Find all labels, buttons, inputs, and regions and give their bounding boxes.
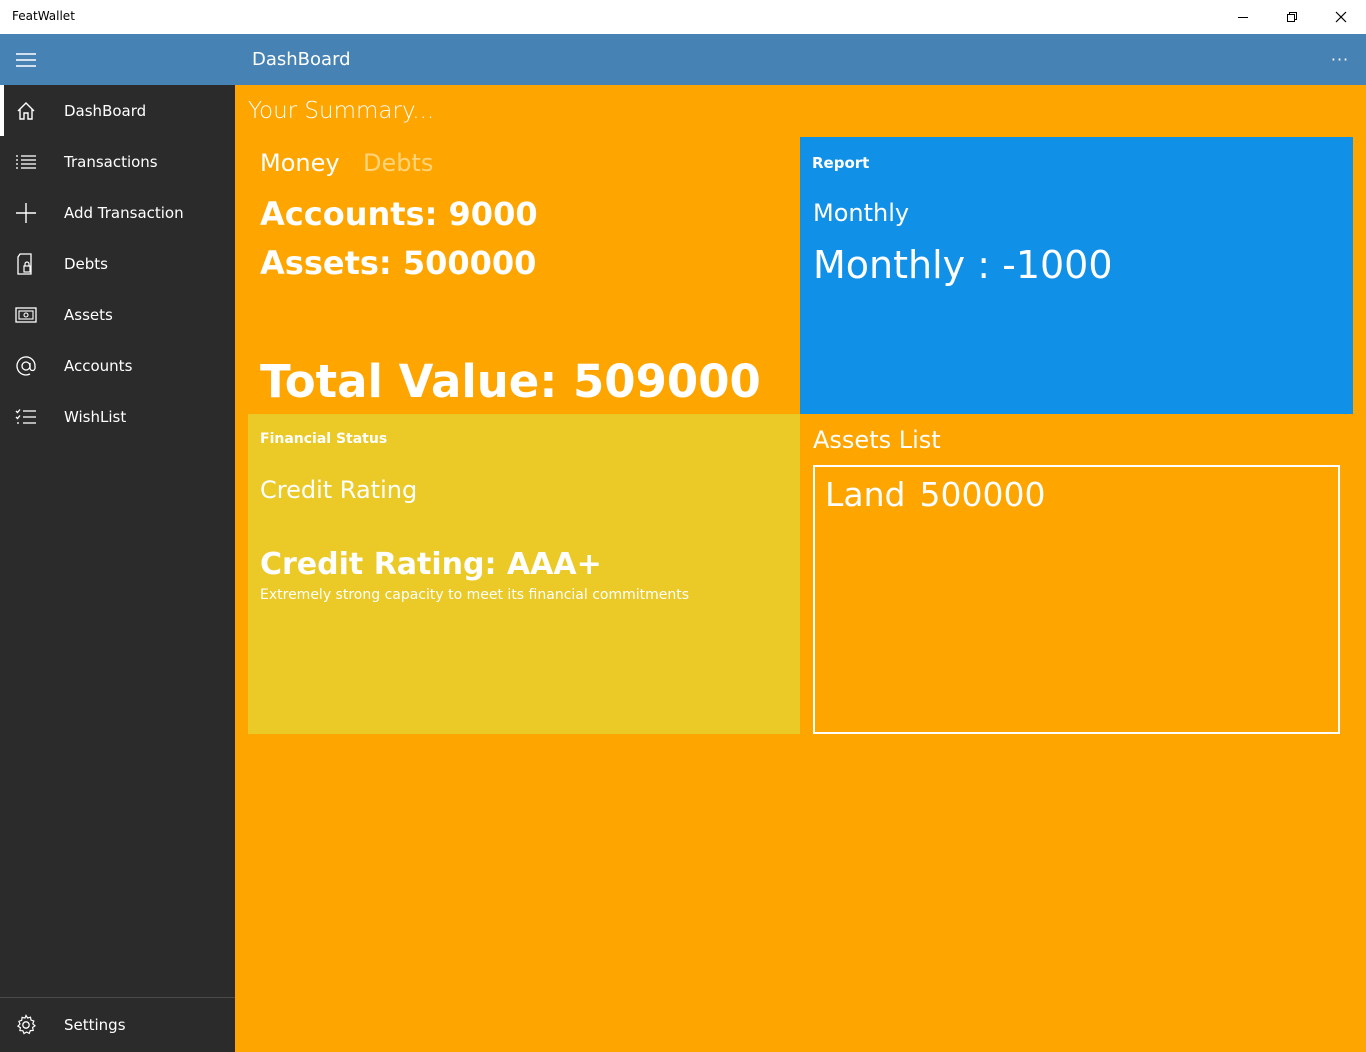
- financial-status-header: Financial Status: [260, 431, 388, 447]
- title-bar: FeatWallet: [0, 0, 1366, 34]
- sidebar-divider: [0, 997, 235, 998]
- page-title: DashBoard: [252, 49, 351, 70]
- money-panel: Money Debts Accounts: 9000 Assets: 50000…: [248, 137, 800, 414]
- sidebar-item-wishlist[interactable]: WishList: [0, 391, 235, 442]
- accounts-total: Accounts: 9000: [260, 195, 538, 233]
- sidebar-item-debts[interactable]: Debts: [0, 238, 235, 289]
- app-header: DashBoard ···: [0, 34, 1366, 85]
- gear-icon: [0, 999, 52, 1050]
- minimize-button[interactable]: [1219, 0, 1267, 34]
- sidebar-item-label: Transactions: [64, 152, 158, 171]
- sidebar-item-accounts[interactable]: Accounts: [0, 340, 235, 391]
- report-period: Monthly: [813, 199, 910, 227]
- list-item[interactable]: Land 500000: [825, 475, 1045, 514]
- financial-status-tile[interactable]: Financial Status Credit Rating Credit Ra…: [248, 414, 800, 734]
- restore-button[interactable]: [1268, 0, 1316, 34]
- sidebar: DashBoard Transactions Add Transaction D…: [0, 85, 235, 1052]
- tab-debts[interactable]: Debts: [363, 149, 433, 177]
- sidebar-item-label: DashBoard: [64, 101, 147, 120]
- assets-icon: [0, 289, 52, 340]
- checklist-icon: [0, 391, 52, 442]
- summary-title: Your Summary...: [248, 98, 435, 124]
- close-button[interactable]: [1317, 0, 1365, 34]
- sidebar-item-label: Accounts: [64, 356, 133, 375]
- total-value: Total Value: 509000: [260, 355, 761, 408]
- credit-rating-description: Extremely strong capacity to meet its fi…: [260, 587, 690, 603]
- report-tile[interactable]: Report Monthly Monthly : -1000: [800, 137, 1353, 414]
- sidebar-item-settings[interactable]: Settings: [0, 999, 235, 1050]
- report-header: Report: [812, 154, 870, 172]
- sidebar-item-label: Add Transaction: [64, 203, 184, 222]
- hamburger-icon: [16, 52, 36, 67]
- report-value: Monthly : -1000: [813, 243, 1113, 287]
- plus-icon: [0, 187, 52, 238]
- debts-icon: [0, 238, 52, 289]
- credit-rating-value: Credit Rating: AAA+: [260, 547, 602, 582]
- app-title: FeatWallet: [12, 9, 75, 23]
- list-icon: [0, 136, 52, 187]
- tab-money[interactable]: Money: [260, 149, 340, 177]
- sidebar-item-label: WishList: [64, 407, 127, 426]
- sidebar-item-transactions[interactable]: Transactions: [0, 136, 235, 187]
- home-icon: [0, 85, 52, 136]
- close-icon: [1335, 11, 1347, 23]
- sidebar-item-label: Settings: [64, 1015, 126, 1034]
- hamburger-button[interactable]: [0, 34, 52, 85]
- asset-name: Land: [825, 475, 906, 514]
- credit-rating-subtitle: Credit Rating: [260, 476, 418, 504]
- main-content: Your Summary... Money Debts Accounts: 90…: [235, 85, 1366, 1052]
- assets-list[interactable]: Land 500000: [813, 465, 1340, 734]
- more-options-button[interactable]: ···: [1324, 44, 1356, 74]
- asset-amount: 500000: [919, 475, 1046, 514]
- at-icon: [0, 340, 52, 391]
- sidebar-item-assets[interactable]: Assets: [0, 289, 235, 340]
- assets-total: Assets: 500000: [260, 244, 537, 282]
- sidebar-item-dashboard[interactable]: DashBoard: [0, 85, 235, 136]
- minimize-icon: [1238, 17, 1248, 18]
- assets-list-title: Assets List: [813, 426, 941, 454]
- sidebar-item-label: Debts: [64, 254, 108, 273]
- restore-icon: [1287, 12, 1297, 22]
- sidebar-item-label: Assets: [64, 305, 113, 324]
- sidebar-item-add-transaction[interactable]: Add Transaction: [0, 187, 235, 238]
